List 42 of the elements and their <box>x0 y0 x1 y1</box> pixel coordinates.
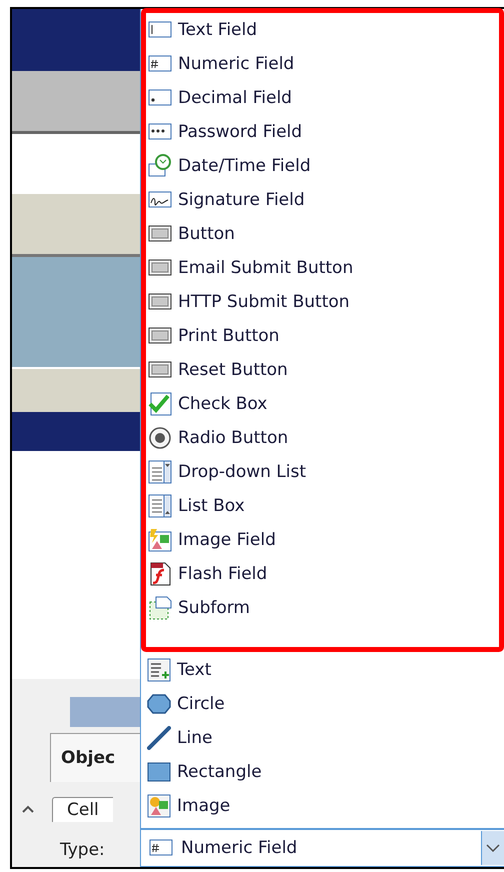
menu-item[interactable]: Text Field <box>146 13 499 47</box>
clock-field-icon <box>148 154 172 178</box>
menu-item[interactable]: Reset Button <box>146 353 499 387</box>
tab[interactable]: Objec <box>50 733 140 782</box>
menu-item[interactable]: Image Field <box>146 523 499 557</box>
menu-item[interactable]: Image <box>145 789 504 823</box>
field-label: Type: <box>60 840 106 860</box>
shapes-icon <box>147 794 171 818</box>
menu-item[interactable]: HTTP Submit Button <box>146 285 499 319</box>
menu-item[interactable]: Drop-down List <box>146 455 499 489</box>
menu-item[interactable]: Email Submit Button <box>146 251 499 285</box>
type-dropdown[interactable]: Numeric Field <box>140 829 504 867</box>
subform-icon <box>148 596 172 620</box>
flash-document-icon <box>148 562 172 586</box>
menu-item[interactable]: Signature Field <box>146 183 499 217</box>
diagonal-line-icon <box>147 726 171 750</box>
menu-item[interactable]: Radio Button <box>146 421 499 455</box>
text-tool-icon <box>147 658 171 682</box>
menu-item[interactable]: Check Box <box>146 387 499 421</box>
menu-item[interactable]: Circle <box>145 687 504 721</box>
menu-item[interactable]: Rectangle <box>145 755 504 789</box>
title-strip <box>70 697 140 727</box>
chevron-down-icon[interactable] <box>486 844 500 852</box>
menu-item[interactable]: Date/Time Field <box>146 149 499 183</box>
checkmark-icon <box>148 392 172 416</box>
menu-item[interactable]: Print Button <box>146 319 499 353</box>
menu-item[interactable]: Numeric Field <box>146 47 499 81</box>
list-box-icon <box>148 494 172 518</box>
dropdown-list-icon <box>148 460 172 484</box>
radio-button-icon <box>148 426 172 450</box>
menu-item[interactable]: Decimal Field <box>146 81 499 115</box>
menu-item[interactable]: Button <box>146 217 499 251</box>
menu-item[interactable]: List Box <box>146 489 499 523</box>
menu-item[interactable]: Line <box>145 721 504 755</box>
tab[interactable]: Cell <box>52 796 113 822</box>
rectangle-icon <box>147 760 171 784</box>
chevron-up-icon[interactable] <box>22 805 34 813</box>
image-field-icon <box>148 528 172 552</box>
menu-item[interactable]: Text <box>145 653 504 687</box>
menu-item[interactable]: Password Field <box>146 115 499 149</box>
menu-item[interactable]: Flash Field <box>146 557 499 591</box>
menu-item[interactable]: Subform <box>146 591 499 625</box>
